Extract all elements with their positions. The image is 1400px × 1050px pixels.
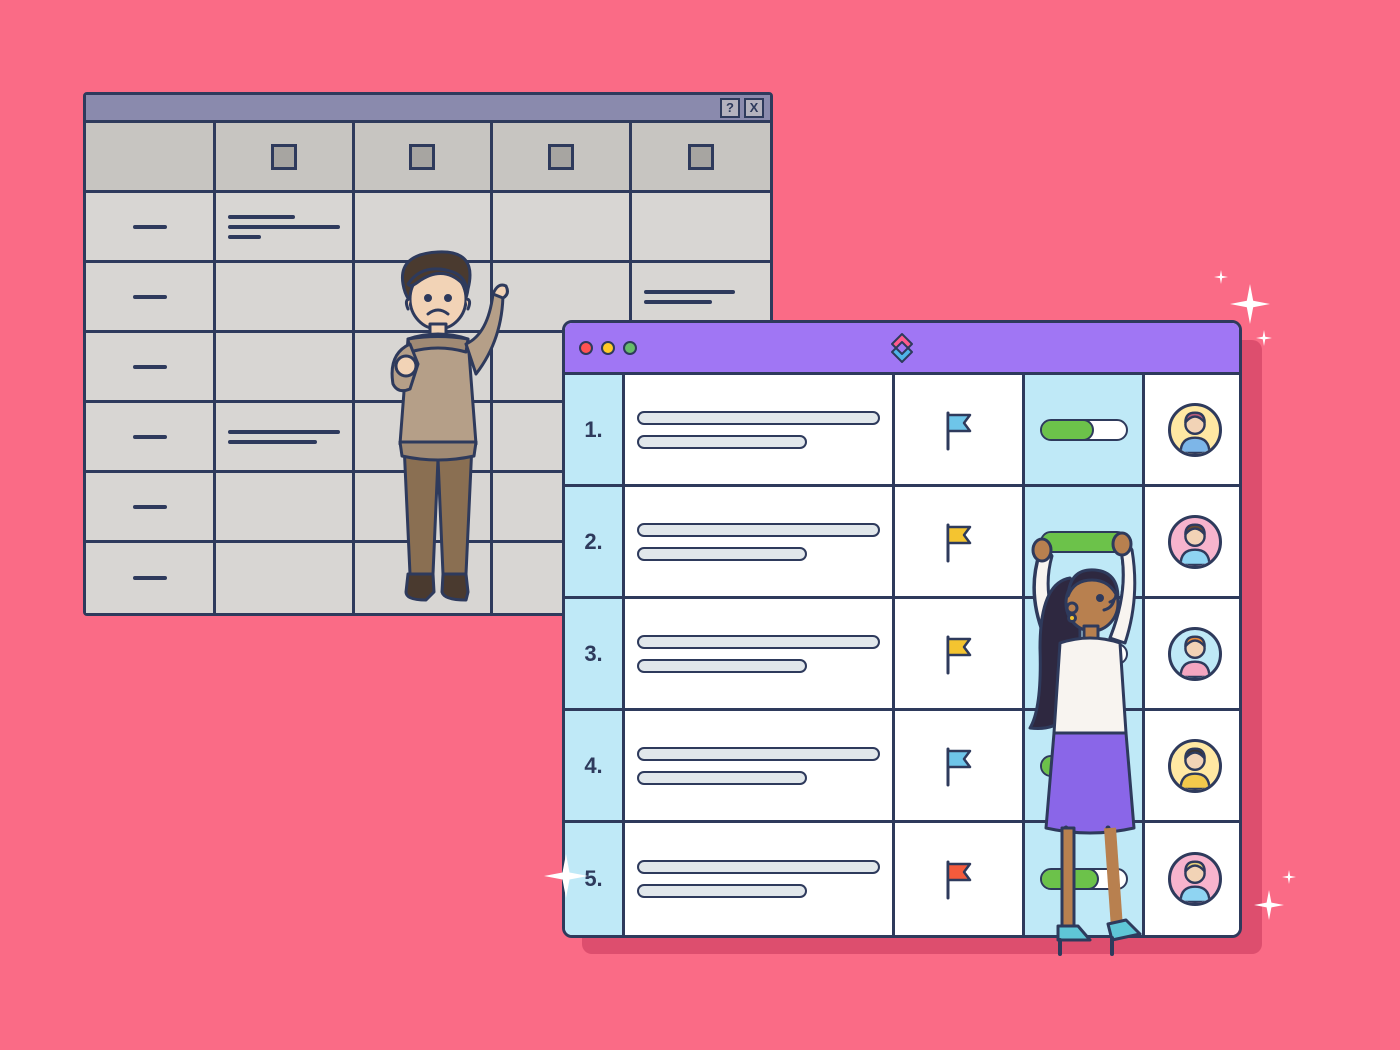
progress-cell[interactable] xyxy=(1025,823,1145,935)
flag-icon xyxy=(942,745,976,787)
clickup-logo-icon xyxy=(884,330,920,366)
task-cell[interactable] xyxy=(625,375,895,487)
row-number: 4. xyxy=(565,711,625,823)
row-number: 5. xyxy=(565,823,625,935)
task-cell[interactable] xyxy=(625,487,895,599)
flag-icon xyxy=(942,521,976,563)
priority-cell[interactable] xyxy=(895,711,1025,823)
avatar-icon xyxy=(1168,403,1222,457)
new-task-window: 1. 2. 3. xyxy=(562,320,1242,938)
progress-bar xyxy=(1040,643,1128,665)
priority-cell[interactable] xyxy=(895,599,1025,711)
avatar-icon xyxy=(1168,627,1222,681)
priority-cell[interactable] xyxy=(895,487,1025,599)
row-number: 2. xyxy=(565,487,625,599)
traffic-lights xyxy=(579,341,637,355)
close-icon[interactable] xyxy=(579,341,593,355)
avatar-icon xyxy=(1168,739,1222,793)
minimize-icon[interactable] xyxy=(601,341,615,355)
assignee-cell[interactable] xyxy=(1145,823,1242,935)
row-number: 1. xyxy=(565,375,625,487)
flag-icon xyxy=(942,409,976,451)
priority-cell[interactable] xyxy=(895,823,1025,935)
checkbox-icon[interactable] xyxy=(688,144,714,170)
sparkle-icon xyxy=(1230,284,1270,324)
assignee-cell[interactable] xyxy=(1145,599,1242,711)
task-cell[interactable] xyxy=(625,599,895,711)
flag-icon xyxy=(942,633,976,675)
avatar-icon xyxy=(1168,515,1222,569)
progress-cell[interactable] xyxy=(1025,375,1145,487)
assignee-cell[interactable] xyxy=(1145,375,1242,487)
progress-bar xyxy=(1040,868,1128,890)
new-titlebar xyxy=(565,323,1239,375)
sparkle-icon xyxy=(1214,270,1228,284)
assignee-cell[interactable] xyxy=(1145,487,1242,599)
checkbox-icon[interactable] xyxy=(548,144,574,170)
checkbox-icon[interactable] xyxy=(271,144,297,170)
flag-icon xyxy=(942,858,976,900)
help-icon[interactable]: ? xyxy=(720,98,740,118)
progress-cell[interactable] xyxy=(1025,487,1145,599)
avatar-icon xyxy=(1168,852,1222,906)
checkbox-icon[interactable] xyxy=(409,144,435,170)
row-number: 3. xyxy=(565,599,625,711)
task-cell[interactable] xyxy=(625,823,895,935)
progress-bar xyxy=(1040,531,1128,553)
progress-cell[interactable] xyxy=(1025,599,1145,711)
priority-cell[interactable] xyxy=(895,375,1025,487)
progress-bar xyxy=(1040,755,1128,777)
assignee-cell[interactable] xyxy=(1145,711,1242,823)
progress-bar xyxy=(1040,419,1128,441)
task-grid: 1. 2. 3. xyxy=(565,375,1239,935)
close-icon[interactable]: X xyxy=(744,98,764,118)
task-cell[interactable] xyxy=(625,711,895,823)
progress-cell[interactable] xyxy=(1025,711,1145,823)
sparkle-icon xyxy=(1282,870,1296,884)
old-titlebar: ? X xyxy=(86,95,770,123)
maximize-icon[interactable] xyxy=(623,341,637,355)
